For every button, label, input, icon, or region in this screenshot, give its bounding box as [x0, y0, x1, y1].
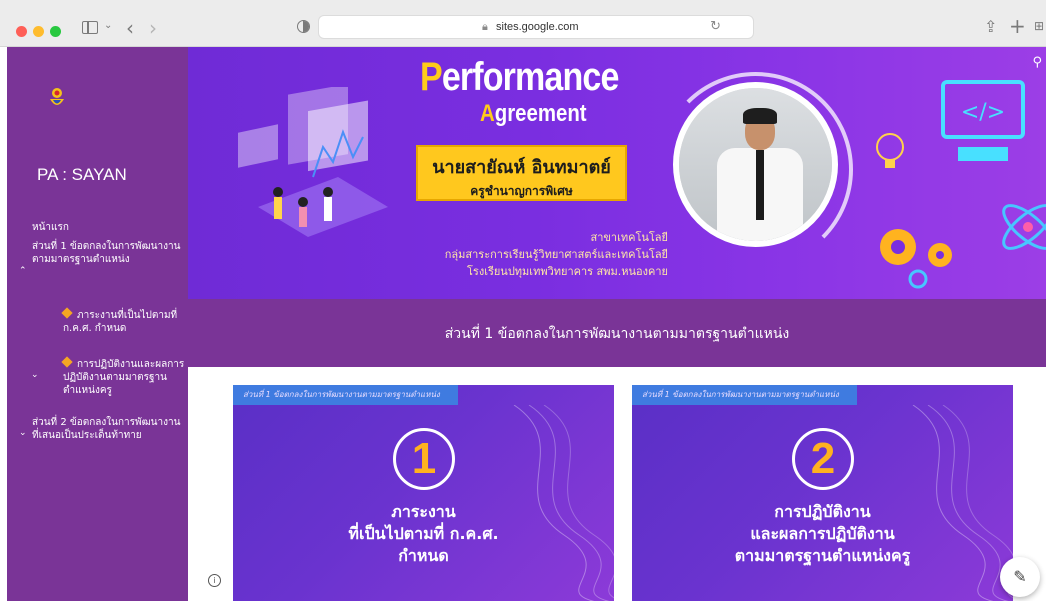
url-text[interactable]: sites.google.com	[496, 21, 579, 33]
nav-item-section-2[interactable]: ส่วนที่ 2 ข้อตกลงในการพัฒนางานที่เสนอเป็…	[32, 416, 182, 442]
tab-overview-icon[interactable]: ⊞	[1034, 19, 1044, 33]
zoom-window-button[interactable]	[50, 26, 61, 37]
diamond-bullet-icon	[61, 307, 73, 319]
diamond-bullet-icon	[61, 356, 73, 368]
nav-item-workload-label: ภาระงานที่เป็นไปตามที่ ก.ค.ศ. กำหนด	[63, 310, 178, 334]
banner-title-rest: erformance	[441, 55, 620, 99]
lock-icon: 🔒︎	[482, 20, 488, 33]
site-title[interactable]: PA : SAYAN	[37, 165, 127, 185]
nav-item-home[interactable]: หน้าแรก	[32, 221, 69, 234]
sidebar-toggle-icon[interactable]	[82, 21, 98, 34]
gears-icon	[880, 229, 952, 289]
data-analysis-illustration	[238, 87, 388, 237]
atom-icon	[1002, 204, 1046, 250]
privacy-shield-icon[interactable]	[297, 20, 310, 33]
info-icon[interactable]: i	[208, 574, 221, 587]
banner-title: Performance	[420, 55, 619, 100]
card-performance[interactable]: ส่วนที่ 1 ข้อตกลงในการพัฒนางานตามมาตรฐาน…	[632, 385, 1013, 601]
card-number-badge: 2	[792, 428, 854, 490]
chevron-down-icon[interactable]: ⌄	[104, 20, 112, 31]
nav-item-section-1[interactable]: ส่วนที่ 1 ข้อตกลงในการพัฒนางานตามมาตรฐาน…	[32, 240, 182, 266]
browser-toolbar: ⌄ ‹ › 🔒︎ sites.google.com ↻ ⇪ + ⊞	[0, 0, 1046, 47]
minimize-window-button[interactable]	[33, 26, 44, 37]
card-number: 1	[411, 434, 437, 483]
address-bar[interactable]: 🔒︎ sites.google.com ↻	[318, 15, 754, 39]
share-icon[interactable]: ⇪	[984, 17, 997, 36]
reload-icon[interactable]: ↻	[710, 19, 721, 34]
lightbulb-icon	[876, 133, 904, 168]
banner-title-initial: P	[420, 55, 443, 99]
card-tag: ส่วนที่ 1 ข้อตกลงในการพัฒนางานตามมาตรฐาน…	[632, 385, 857, 405]
learning-group-text: กลุ่มสาระการเรียนรู้วิทยาศาสตร์และเทคโนโ…	[444, 248, 668, 261]
banner-subtitle-rest: greement	[494, 100, 587, 127]
forward-arrow-icon[interactable]: ›	[149, 16, 157, 40]
code-monitor-icon: </>	[941, 80, 1025, 161]
svg-text:</>: </>	[961, 100, 1005, 125]
back-arrow-icon[interactable]: ‹	[126, 16, 134, 40]
name-plate: นายสายัณห์ อินทมาตย์ ครูชำนาญการพิเศษ	[416, 145, 627, 201]
new-tab-icon[interactable]: +	[1009, 14, 1026, 38]
banner-subtitle-initial: A	[480, 100, 495, 127]
teacher-role: ครูชำนาญการพิเศษ	[470, 184, 573, 198]
teacher-photo	[673, 82, 838, 247]
card-number-badge: 1	[393, 428, 455, 490]
nav-item-performance-label: การปฏิบัติงานและผลการปฏิบัติงานตามมาตรฐา…	[63, 359, 185, 396]
edit-pencil-button[interactable]: ✎	[1000, 557, 1040, 597]
school-text: โรงเรียนปทุมเทพวิทยาคาร สพม.หนองคาย	[467, 265, 668, 278]
site-sidebar: PA : SAYAN หน้าแรก ⌃ ส่วนที่ 1 ข้อตกลงใน…	[7, 47, 188, 601]
teacher-name: นายสายัณห์ อินทมาตย์	[432, 157, 611, 178]
chevron-down-icon[interactable]: ⌄	[19, 428, 27, 438]
chevron-up-icon[interactable]: ⌃	[19, 266, 27, 276]
nav-item-workload[interactable]: ภาระงานที่เป็นไปตามที่ ก.ค.ศ. กำหนด	[61, 307, 188, 335]
search-icon[interactable]: ⚲	[1032, 55, 1042, 70]
hero-banner: Performance Agreement นายสายัณห์ อินทมาต…	[188, 47, 1046, 299]
chevron-down-icon[interactable]: ⌄	[31, 370, 39, 380]
card-title-line: กำหนด	[398, 546, 449, 565]
section-heading: ส่วนที่ 1 ข้อตกลงในการพัฒนางานตามมาตรฐาน…	[444, 326, 790, 342]
nav-item-performance[interactable]: การปฏิบัติงานและผลการปฏิบัติงานตามมาตรฐา…	[61, 356, 188, 397]
section-heading-bar: ส่วนที่ 1 ข้อตกลงในการพัฒนางานตามมาตรฐาน…	[188, 299, 1046, 367]
card-workload[interactable]: ส่วนที่ 1 ข้อตกลงในการพัฒนางานตามมาตรฐาน…	[233, 385, 614, 601]
close-window-button[interactable]	[16, 26, 27, 37]
department-text: สาขาเทคโนโลยี	[590, 231, 668, 244]
card-title-line: ตามมาตรฐานตำแหน่งครู	[734, 546, 911, 565]
card-number: 2	[810, 434, 836, 483]
card-tag: ส่วนที่ 1 ข้อตกลงในการพัฒนางานตามมาตรฐาน…	[233, 385, 458, 405]
banner-subtitle: Agreement	[480, 100, 587, 128]
school-logo-icon[interactable]	[47, 87, 67, 111]
